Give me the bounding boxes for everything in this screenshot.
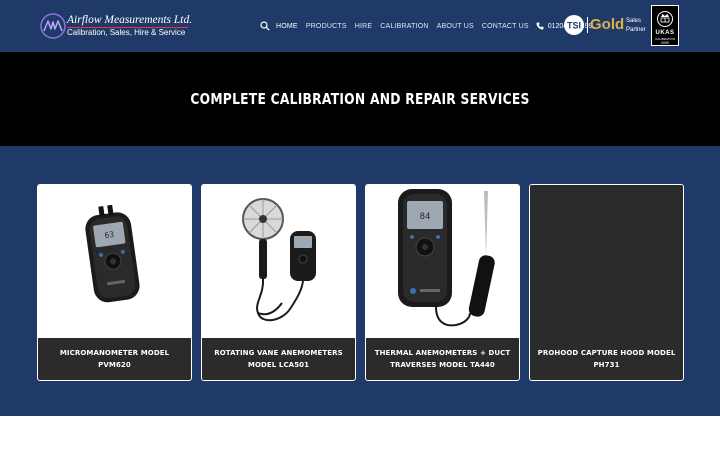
main-nav: HOME PRODUCTS HIRE CALIBRATION ABOUT US … [260, 19, 593, 33]
svg-text:84: 84 [420, 212, 431, 222]
ukas-number: 0099 [661, 41, 669, 45]
product-caption: THERMAL ANEMOMETERS + DUCT TRAVERSES MOD… [366, 338, 519, 380]
ukas-accreditation-badge[interactable]: UKAS CALIBRATION 0099 [651, 5, 679, 46]
product-image [202, 185, 355, 338]
nav-home[interactable]: HOME [276, 23, 298, 30]
hero-banner: COMPLETE CALIBRATION AND REPAIR SERVICES [0, 52, 720, 146]
thermal-anemometer-image: 84 [398, 189, 495, 327]
tsi-gold-partner-badge[interactable]: TSI Gold Sales Partner [563, 14, 646, 38]
product-caption: ROTATING VANE ANEMOMETERS MODEL LCA501 [202, 338, 355, 380]
tsi-sales-partner-text: Sales Partner [626, 17, 646, 35]
product-image: 63 [38, 185, 191, 338]
products-section: 63 MICROMANOMETER MODEL PVM620 ROTATING … [0, 146, 720, 416]
nav-products[interactable]: PRODUCTS [306, 23, 347, 30]
product-caption-text: THERMAL ANEMOMETERS + DUCT TRAVERSES MOD… [374, 349, 511, 369]
logo-mark-icon [40, 13, 66, 39]
logo-title: Airflow Measurements Ltd. [67, 14, 193, 26]
hero-title: COMPLETE CALIBRATION AND REPAIR SERVICES [190, 90, 530, 108]
ukas-crown-icon [657, 11, 673, 27]
product-caption: PROHOOD CAPTURE HOOD MODEL PH731 [530, 338, 683, 380]
product-card-lca501[interactable]: ROTATING VANE ANEMOMETERS MODEL LCA501 [201, 184, 356, 381]
product-card-ta440[interactable]: 84 THERMAL ANEMOMETERS + DUCT TRAVERSES … [365, 184, 520, 381]
product-caption-text: MICROMANOMETER MODEL PVM620 [59, 349, 170, 369]
product-image: 84 [366, 185, 519, 338]
nav-about-us[interactable]: ABOUT US [437, 23, 474, 30]
svg-text:63: 63 [104, 230, 115, 240]
site-header: Airflow Measurements Ltd. Calibration, S… [0, 0, 720, 52]
tsi-gold-text: Gold [590, 16, 625, 33]
ukas-label: UKAS [655, 30, 675, 36]
product-caption-text: PROHOOD CAPTURE HOOD MODEL PH731 [537, 349, 676, 369]
phone-icon [536, 22, 544, 30]
tsi-badge-text: TSI [567, 21, 581, 31]
tsi-divider [587, 17, 588, 33]
site-logo[interactable]: Airflow Measurements Ltd. Calibration, S… [40, 13, 193, 41]
search-icon[interactable] [260, 21, 270, 31]
product-card-pvm620[interactable]: 63 MICROMANOMETER MODEL PVM620 [37, 184, 192, 381]
product-image-placeholder [530, 185, 683, 338]
product-caption: MICROMANOMETER MODEL PVM620 [38, 338, 191, 380]
logo-subtitle: Calibration, Sales, Hire & Service [67, 28, 186, 37]
tsi-badge-icon: TSI [564, 15, 584, 35]
nav-contact-us[interactable]: CONTACT US [482, 23, 529, 30]
tsi-sales-line: Sales [626, 18, 642, 24]
product-caption-text: ROTATING VANE ANEMOMETERS MODEL LCA501 [214, 349, 343, 369]
nav-calibration[interactable]: CALIBRATION [380, 23, 428, 30]
micromanometer-image: 63 [85, 204, 140, 303]
nav-hire[interactable]: HIRE [355, 23, 373, 30]
product-card-ph731[interactable]: PROHOOD CAPTURE HOOD MODEL PH731 [529, 184, 684, 381]
vane-anemometer-image [242, 198, 316, 322]
tsi-partner-line: Partner [626, 27, 646, 33]
